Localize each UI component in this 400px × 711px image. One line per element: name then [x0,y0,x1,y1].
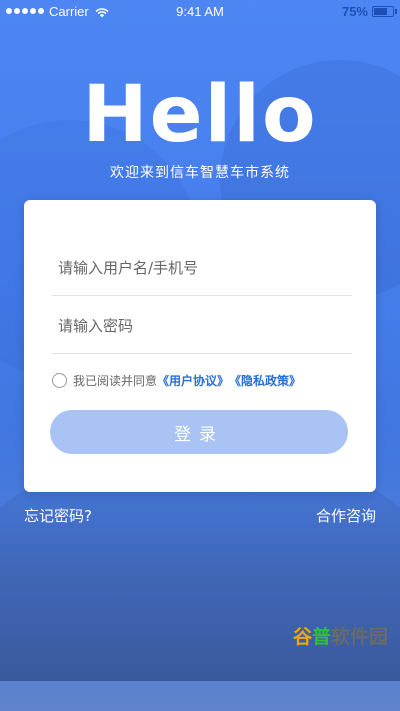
password-field [52,298,352,354]
login-button[interactable]: 登录 [50,410,348,454]
watermark-logo: 谷 普 软件园 [293,622,388,649]
agree-radio[interactable] [52,373,67,388]
login-card: 我已阅读并同意 《用户协议》 《隐私政策》 登录 [24,200,376,492]
agreement-row: 我已阅读并同意 《用户协议》 《隐私政策》 [52,372,301,389]
hero-subtitle: 欢迎来到信车智慧车市系统 [110,165,290,181]
hero-title: Hello [82,70,318,160]
username-field [52,240,352,296]
password-input[interactable] [52,316,352,335]
battery-percent: 75% [341,3,368,19]
user-agreement-link[interactable]: 《用户协议》 [157,372,229,389]
battery-icon [372,5,397,17]
status-time: 9:41 AM [176,3,224,19]
username-input[interactable] [52,258,352,277]
cooperation-link[interactable]: 合作咨询 [316,505,376,526]
privacy-policy-link[interactable]: 《隐私政策》 [229,372,301,389]
status-bar: Carrier 9:41 AM 75% [0,0,400,22]
watermark-part1: 谷 [292,626,312,648]
agree-text: 我已阅读并同意 [73,374,158,388]
watermark-part2: 普 [311,626,331,648]
forgot-password-link[interactable]: 忘记密码? [24,505,92,526]
watermark-part3: 软件园 [330,626,388,648]
